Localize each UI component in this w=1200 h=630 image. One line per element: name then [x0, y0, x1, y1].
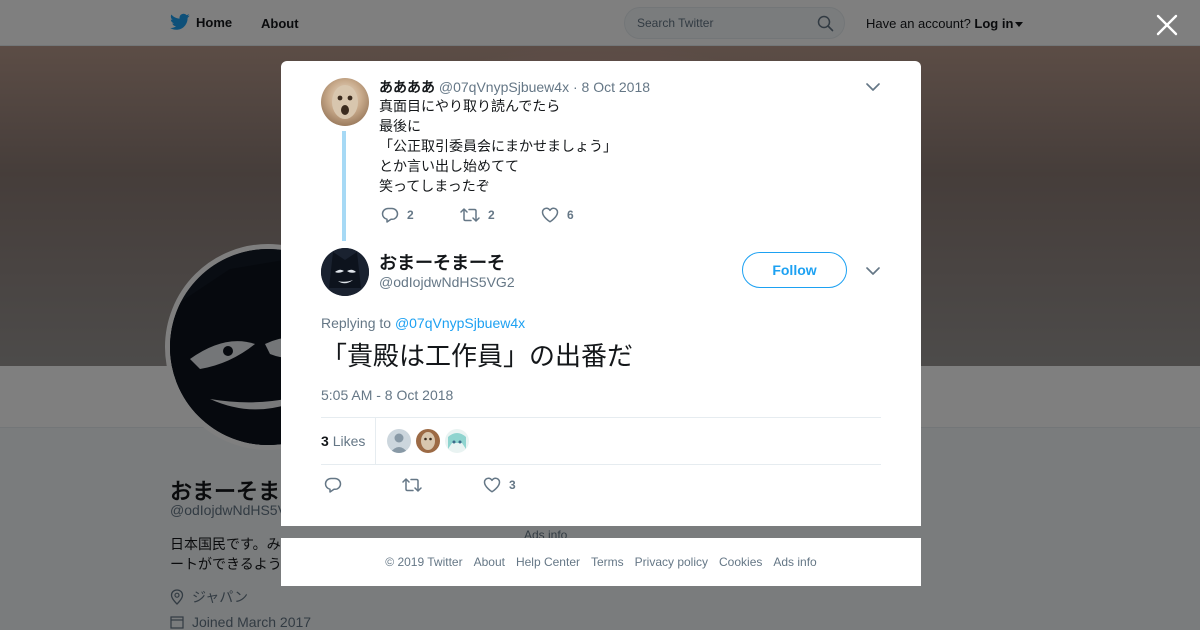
- footer-about-link[interactable]: About: [474, 555, 505, 569]
- replying-to: Replying to @07qVnypSjbuew4x: [321, 315, 525, 331]
- replying-to-prefix: Replying to: [321, 315, 392, 331]
- liker-avatar[interactable]: [387, 429, 411, 453]
- main-tweet-name[interactable]: おまーそまーそ: [379, 249, 505, 275]
- likes-label: Likes: [332, 433, 366, 449]
- parent-tweet-line: 真面目にやり取り読んでたら: [379, 98, 561, 114]
- main-tweet-text: 「貴殿は工作員」の出番だ: [321, 341, 634, 371]
- replying-to-link[interactable]: @07qVnypSjbuew4x: [395, 315, 525, 331]
- parent-tweet-name[interactable]: ああああ: [379, 79, 435, 95]
- main-tweet-handle[interactable]: @odIojdwNdHS5VG2: [379, 274, 515, 290]
- footer-copyright: © 2019 Twitter: [385, 555, 463, 569]
- main-tweet-timestamp[interactable]: 5:05 AM - 8 Oct 2018: [321, 387, 453, 403]
- default-profile-icon: [387, 429, 411, 453]
- parent-avatar-image: [332, 85, 358, 119]
- retweet-button[interactable]: [402, 477, 422, 493]
- stats-divider: [375, 418, 376, 464]
- footer-terms-link[interactable]: Terms: [591, 555, 624, 569]
- footer-cookies-link[interactable]: Cookies: [719, 555, 762, 569]
- retweet-icon: [402, 478, 422, 492]
- follow-button[interactable]: Follow: [742, 252, 847, 288]
- parent-like-count: 6: [567, 208, 574, 222]
- retweet-icon: [460, 208, 480, 222]
- modal-footer: © 2019 Twitter About Help Center Terms P…: [281, 538, 921, 586]
- liker-avatar-image: [445, 429, 469, 453]
- parent-reply-button[interactable]: 2: [381, 207, 414, 223]
- likes-count: 3: [321, 433, 329, 449]
- parent-tweet-avatar[interactable]: [321, 78, 369, 126]
- reply-icon: [381, 207, 399, 223]
- liker-avatar[interactable]: [445, 429, 469, 453]
- parent-tweet-line: 笑ってしまったぞ: [379, 178, 490, 194]
- parent-tweet-date[interactable]: 8 Oct 2018: [582, 79, 651, 95]
- main-tweet-avatar[interactable]: [321, 248, 369, 296]
- parent-tweet-separator: ·: [572, 79, 578, 95]
- footer-ads-link[interactable]: Ads info: [773, 555, 816, 569]
- liker-avatar-image: [416, 429, 440, 453]
- parent-retweet-count: 2: [488, 208, 495, 222]
- chevron-down-icon[interactable]: [865, 79, 881, 95]
- footer-privacy-link[interactable]: Privacy policy: [635, 555, 708, 569]
- parent-tweet-handle[interactable]: @07qVnypSjbuew4x: [439, 79, 569, 95]
- parent-tweet-line: 最後に: [379, 118, 421, 134]
- conversation-thread-line: [342, 131, 346, 241]
- parent-retweet-button[interactable]: 2: [460, 207, 495, 223]
- reply-button[interactable]: [324, 477, 342, 493]
- parent-tweet-header: ああああ @07qVnypSjbuew4x · 8 Oct 2018: [379, 77, 650, 97]
- like-count: 3: [509, 478, 516, 492]
- footer-help-link[interactable]: Help Center: [516, 555, 580, 569]
- parent-reply-count: 2: [407, 208, 414, 222]
- heart-icon: [541, 207, 559, 223]
- close-icon[interactable]: [1154, 12, 1180, 38]
- tweet-stats-row: 3 Likes: [321, 417, 881, 465]
- parent-tweet-line: とか言い出し始めてて: [379, 158, 519, 174]
- parent-like-button[interactable]: 6: [541, 207, 574, 223]
- heart-icon: [483, 477, 501, 493]
- parent-tweet-line: 「公正取引委員会にまかせましょう」: [379, 138, 617, 154]
- main-avatar-image: [321, 248, 369, 296]
- parent-tweet-text: 真面目にやり取り読んでたら 最後に 「公正取引委員会にまかせましょう」 とか言い…: [379, 96, 617, 196]
- liker-avatar[interactable]: [416, 429, 440, 453]
- likes-stat[interactable]: 3 Likes: [321, 433, 365, 449]
- reply-icon: [324, 477, 342, 493]
- tweet-permalink-modal: ああああ @07qVnypSjbuew4x · 8 Oct 2018 真面目にや…: [281, 61, 921, 526]
- like-button[interactable]: 3: [483, 477, 516, 493]
- chevron-down-icon[interactable]: [865, 263, 881, 279]
